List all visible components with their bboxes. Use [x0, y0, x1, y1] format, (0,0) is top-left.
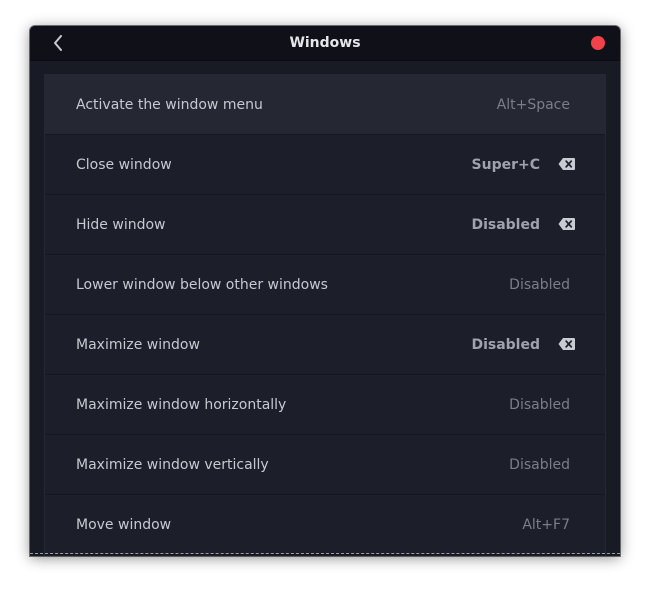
window-title: Windows	[289, 35, 361, 51]
backspace-icon[interactable]	[558, 217, 576, 231]
shortcut-value: Disabled	[509, 277, 570, 293]
shortcut-label: Activate the window menu	[76, 97, 263, 113]
header-bar: Windows	[30, 26, 620, 61]
list-bottom-edge	[30, 553, 620, 554]
shortcut-label: Lower window below other windows	[76, 277, 328, 293]
shortcut-label: Maximize window	[76, 337, 200, 353]
shortcut-row[interactable]: Maximize window vertically Disabled	[45, 435, 605, 495]
shortcut-value: Disabled	[471, 337, 540, 353]
shortcut-label: Close window	[76, 157, 172, 173]
shortcut-row[interactable]: Activate the window menu Alt+Space	[45, 75, 605, 135]
shortcut-value: Disabled	[509, 457, 570, 473]
shortcut-row[interactable]: Close window Super+C	[45, 135, 605, 195]
backspace-icon[interactable]	[558, 157, 576, 171]
shortcut-label: Maximize window horizontally	[76, 397, 287, 413]
shortcut-value: Disabled	[509, 397, 570, 413]
shortcut-label: Maximize window vertically	[76, 457, 269, 473]
shortcut-value: Super+C	[471, 157, 540, 173]
shortcut-row[interactable]: Move window Alt+F7	[45, 495, 605, 555]
shortcuts-window: Windows Activate the window menu Alt+Spa…	[30, 26, 620, 556]
shortcut-row[interactable]: Maximize window horizontally Disabled	[45, 375, 605, 435]
shortcut-label: Move window	[76, 517, 172, 533]
shortcut-row[interactable]: Hide window Disabled	[45, 195, 605, 255]
shortcut-value: Alt+Space	[496, 97, 570, 113]
shortcut-row[interactable]: Maximize window Disabled	[45, 315, 605, 375]
shortcut-row[interactable]: Lower window below other windows Disable…	[45, 255, 605, 315]
shortcut-list: Activate the window menu Alt+Space Close…	[44, 74, 606, 556]
backspace-icon[interactable]	[558, 337, 576, 351]
close-button[interactable]	[591, 36, 605, 50]
shortcut-value: Disabled	[471, 217, 540, 233]
shortcut-value: Alt+F7	[522, 517, 570, 533]
shortcut-label: Hide window	[76, 217, 166, 233]
